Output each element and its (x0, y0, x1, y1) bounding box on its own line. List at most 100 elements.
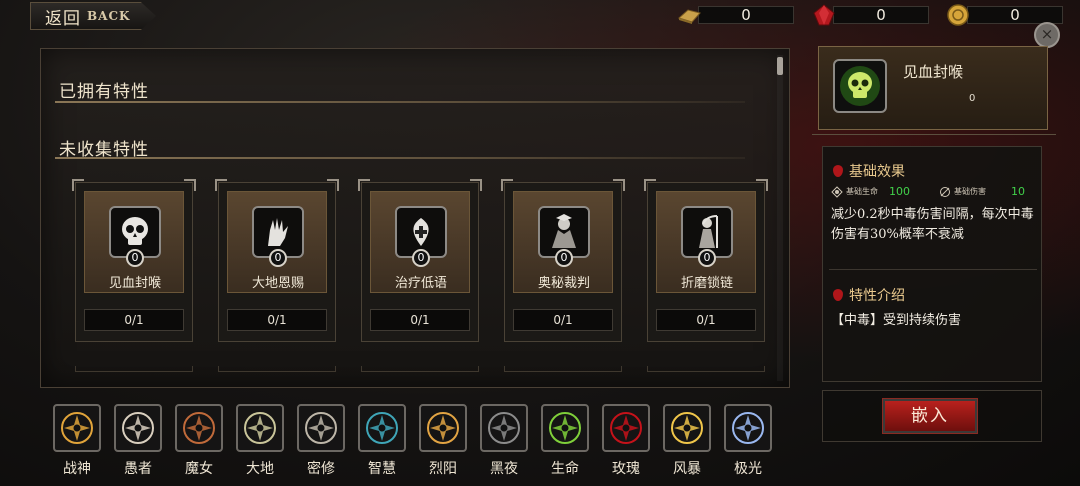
category-label: 密修 (307, 461, 335, 477)
category-tab[interactable]: 大地 (236, 404, 286, 480)
gold-bar-icon (678, 9, 701, 24)
trait-card[interactable]: 0 治疗低语 0/1 (358, 179, 482, 342)
back-button[interactable]: 返回 BACK (30, 2, 156, 30)
category-tab[interactable]: 生命 (541, 404, 591, 480)
category-tab[interactable]: 烈阳 (419, 404, 469, 480)
currency-gold: 0 (676, 4, 794, 26)
trait-card[interactable]: 0 折磨锁链 0/1 (644, 179, 768, 342)
trait-name: 治疗低语 (394, 276, 447, 291)
scrollbar-thumb[interactable] (777, 57, 783, 75)
gold-amount: 0 (698, 6, 794, 24)
trait-count-badge: 0 (412, 249, 430, 267)
basic-effect-description: 减少0.2秒中毒伤害间隔，每次中毒伤害有30%概率不衰减 (831, 207, 1034, 242)
trait-card[interactable]: 0 见血封喉 0/1 (72, 179, 196, 342)
next-row-hint (647, 366, 765, 372)
card-face: 0 见血封喉 (84, 191, 184, 293)
category-label: 愚者 (124, 461, 152, 477)
close-icon: × (1040, 25, 1054, 43)
rose-icon (602, 404, 650, 452)
trait-count-badge: 0 (698, 249, 716, 267)
trait-count-badge: 0 (269, 249, 287, 267)
blood-drop-icon (833, 165, 843, 177)
war-god-icon (53, 404, 101, 452)
coin-icon (947, 4, 969, 26)
stat-value: 10 (1011, 185, 1025, 198)
trait-progress: 0/1 (227, 309, 327, 331)
trait-count-badge: 0 (126, 249, 144, 267)
card-face: 0 折磨锁链 (656, 191, 756, 293)
gem-amount: 0 (833, 6, 929, 24)
currency-gem: 0 (811, 4, 929, 26)
stat-label: 基础伤害 (954, 187, 986, 196)
stat-label: 基础生命 (846, 187, 878, 196)
category-tab[interactable]: 智慧 (358, 404, 408, 480)
witch-icon (175, 404, 223, 452)
trait-count-badge: 0 (555, 249, 573, 267)
next-row-hint (361, 366, 479, 372)
category-tab[interactable]: 玫瑰 (602, 404, 652, 480)
category-label: 风暴 (673, 461, 701, 477)
scrollbar[interactable] (777, 55, 783, 381)
earth-icon (236, 404, 284, 452)
owned-section-title: 已拥有特性 (59, 82, 149, 102)
trait-detail-panel: 基础效果 基础生命 100 基础伤害 10 减少0.2秒中毒伤害间隔，每次中毒伤… (822, 146, 1042, 382)
category-label: 生命 (551, 461, 579, 477)
trait-name: 奥秘裁判 (537, 276, 590, 291)
trait-progress: 0/1 (656, 309, 756, 331)
category-label: 黑夜 (490, 461, 518, 477)
card-face: 0 奥秘裁判 (513, 191, 613, 293)
back-label-en: BACK (87, 9, 131, 23)
card-face: 0 大地恩赐 (227, 191, 327, 293)
category-label: 大地 (246, 461, 274, 477)
embed-button[interactable]: 嵌入 (882, 398, 978, 434)
detail-divider (829, 269, 1037, 270)
basic-effect-title: 基础效果 (849, 164, 905, 180)
next-row-hint (504, 366, 622, 372)
damage-icon (940, 186, 950, 197)
category-tab[interactable]: 黑夜 (480, 404, 530, 480)
next-row-hint (218, 366, 336, 372)
selected-trait-name: 见血封喉 (903, 63, 964, 81)
selected-trait-header: 见血封喉 0 (818, 46, 1048, 130)
trait-card[interactable]: 0 大地恩赐 0/1 (215, 179, 339, 342)
basic-effect-heading: 基础效果 (833, 161, 905, 181)
trait-name: 大地恩赐 (251, 276, 304, 291)
category-label: 烈阳 (429, 461, 457, 477)
category-tab[interactable]: 愚者 (114, 404, 164, 480)
embed-area: 嵌入 (822, 390, 1042, 442)
category-label: 玫瑰 (612, 461, 640, 477)
category-label: 极光 (734, 461, 762, 477)
storm-icon (663, 404, 711, 452)
owned-divider (55, 101, 745, 103)
uncollected-divider (55, 157, 745, 159)
trait-name: 见血封喉 (108, 276, 161, 291)
selected-trait-count: 0 (969, 93, 976, 104)
detail-header-divider (812, 129, 1056, 135)
trait-intro-description: 【中毒】受到持续伤害 (831, 313, 962, 328)
category-tab[interactable]: 风暴 (663, 404, 713, 480)
red-gem-icon (813, 4, 835, 26)
trait-intro-title: 特性介绍 (849, 288, 905, 304)
back-label-zh: 返回 (45, 8, 81, 29)
category-tab[interactable]: 战神 (53, 404, 103, 480)
category-tab[interactable]: 极光 (724, 404, 774, 480)
trait-card[interactable]: 0 奥秘裁判 0/1 (501, 179, 625, 342)
category-label: 魔女 (185, 461, 213, 477)
green-skull-icon (833, 59, 887, 113)
trait-progress: 0/1 (370, 309, 470, 331)
card-face: 0 治疗低语 (370, 191, 470, 293)
blood-drop-icon (833, 289, 843, 301)
occult-icon (297, 404, 345, 452)
aurora-icon (724, 404, 772, 452)
fool-icon (114, 404, 162, 452)
close-button[interactable]: × (1034, 22, 1060, 48)
stat-base-life: 基础生命 100 (831, 185, 910, 198)
sun-icon (419, 404, 467, 452)
trait-progress: 0/1 (513, 309, 613, 331)
category-tab[interactable]: 魔女 (175, 404, 225, 480)
wisdom-icon (358, 404, 406, 452)
category-tab[interactable]: 密修 (297, 404, 347, 480)
trait-progress: 0/1 (84, 309, 184, 331)
trait-name: 折磨锁链 (680, 276, 733, 291)
trait-list-panel: 已拥有特性 未收集特性 0 见血封喉 0/1 0 大地恩赐 0/1 0 治疗低语… (40, 48, 790, 388)
